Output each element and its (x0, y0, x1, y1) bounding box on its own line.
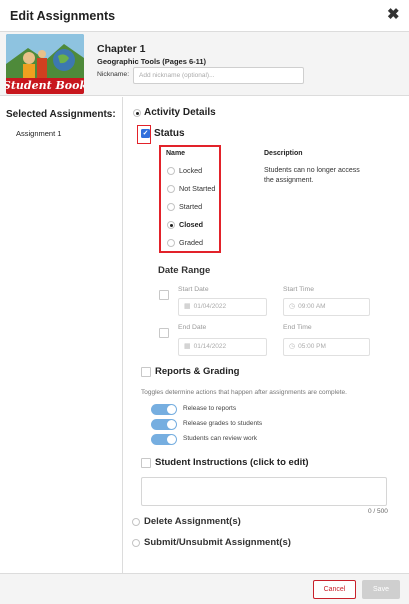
column-divider (122, 97, 123, 573)
start-date-value: 01/04/2022 (193, 303, 227, 310)
toggle-release-grades[interactable] (151, 419, 177, 430)
start-date-label: Start Date (178, 286, 209, 293)
status-label: Status (154, 128, 185, 139)
book-cover-title: Student Book (6, 79, 84, 92)
reports-grading-label: Reports & Grading (155, 366, 240, 377)
end-date-field[interactable]: ▦ 01/14/2022 (178, 338, 267, 356)
student-instructions-textarea[interactable] (141, 477, 387, 506)
book-cover-image: Student Book (6, 34, 84, 94)
cancel-button[interactable]: Cancel (313, 580, 356, 599)
clock-icon: ◷ (289, 303, 296, 310)
toggle-label-release-to-reports: Release to reports (183, 405, 237, 412)
toggle-label-release-grades: Release grades to students (183, 420, 263, 427)
end-date-label: End Date (178, 324, 207, 331)
start-date-field[interactable]: ▦ 01/04/2022 (178, 298, 267, 316)
nickname-label: Nickname: (97, 71, 130, 78)
chapter-title: Chapter 1 (97, 43, 146, 55)
date-range-title: Date Range (158, 265, 211, 276)
submit-unsubmit-radio[interactable] (132, 539, 140, 547)
clock-icon: ◷ (289, 343, 296, 350)
nickname-input[interactable] (133, 67, 304, 84)
sidebar-item-assignment-1[interactable]: Assignment 1 (16, 129, 61, 138)
delete-assignments-label[interactable]: Delete Assignment(s) (144, 516, 241, 527)
start-date-checkbox[interactable] (159, 290, 169, 300)
status-option-not-started[interactable]: Not Started (179, 184, 215, 193)
delete-assignments-radio[interactable] (132, 518, 140, 526)
submit-unsubmit-label[interactable]: Submit/Unsubmit Assignment(s) (144, 537, 291, 548)
status-option-started[interactable]: Started (179, 202, 202, 211)
dialog-title: Edit Assignments (10, 9, 116, 23)
status-options-highlight (159, 145, 221, 253)
status-description-header: Description (264, 150, 303, 157)
student-instructions-checkbox[interactable] (141, 458, 151, 468)
lesson-subtitle: Geographic Tools (Pages 6-11) (97, 57, 207, 66)
activity-details-radio[interactable] (133, 109, 141, 117)
reports-grading-checkbox[interactable] (141, 367, 151, 377)
calendar-icon: ▦ (184, 343, 191, 350)
end-time-value: 05:00 PM (298, 343, 326, 350)
status-option-closed[interactable]: Closed (179, 220, 203, 229)
status-radio-closed[interactable] (167, 221, 175, 229)
activity-details-label: Activity Details (144, 107, 216, 118)
toggle-students-review[interactable] (151, 434, 177, 445)
status-radio-started[interactable] (167, 203, 175, 211)
reports-grading-note: Toggles determine actions that happen af… (141, 389, 347, 396)
toggle-label-students-review: Students can review work (183, 435, 258, 442)
start-time-label: Start Time (283, 286, 314, 293)
status-description-text: Students can no longer access the assign… (264, 167, 360, 184)
toggle-release-to-reports[interactable] (151, 404, 177, 415)
selected-assignments-title: Selected Assignments: (6, 109, 116, 120)
start-time-field[interactable]: ◷ 09:00 AM (283, 298, 370, 316)
end-date-checkbox[interactable] (159, 328, 169, 338)
start-time-value: 09:00 AM (298, 303, 326, 310)
close-icon[interactable]: ✖ (387, 7, 400, 22)
instructions-char-counter: 0 / 500 (368, 508, 388, 515)
end-time-label: End Time (283, 324, 312, 331)
status-option-locked[interactable]: Locked (179, 166, 202, 175)
status-name-header: Name (166, 150, 186, 157)
save-button[interactable]: Save (362, 580, 400, 599)
student-instructions-label[interactable]: Student Instructions (click to edit) (155, 457, 309, 468)
end-date-value: 01/14/2022 (193, 343, 227, 350)
status-radio-graded[interactable] (167, 239, 175, 247)
calendar-icon: ▦ (184, 303, 191, 310)
status-radio-not-started[interactable] (167, 185, 175, 193)
status-checkbox[interactable]: ✓ (141, 129, 150, 138)
status-option-graded[interactable]: Graded (179, 238, 203, 247)
status-radio-locked[interactable] (167, 167, 175, 175)
end-time-field[interactable]: ◷ 05:00 PM (283, 338, 370, 356)
